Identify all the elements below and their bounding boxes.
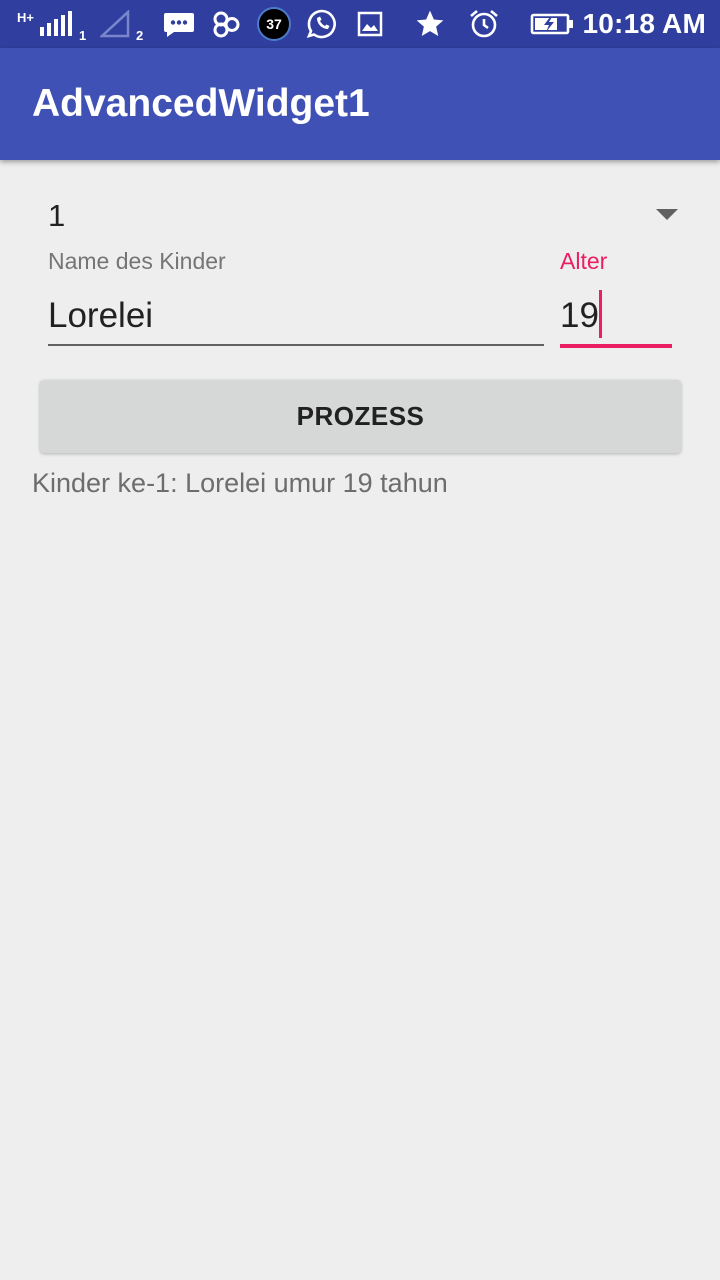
result-text: Kinder ke-1: Lorelei umur 19 tahun xyxy=(32,468,448,498)
name-input-value: Lorelei xyxy=(48,296,154,335)
process-button[interactable]: PROZESS xyxy=(40,380,681,453)
name-input[interactable]: Lorelei xyxy=(48,290,544,346)
gallery-icon xyxy=(355,0,385,48)
sim2-label: 2 xyxy=(136,28,144,43)
dropdown-arrow-icon xyxy=(656,209,678,220)
alarm-icon xyxy=(467,0,501,48)
sim1-label: 1 xyxy=(79,28,87,43)
app-title: AdvancedWidget1 xyxy=(32,82,370,125)
age-field-label: Alter xyxy=(560,248,608,274)
text-cursor xyxy=(599,290,602,338)
signal-sim1-icon xyxy=(36,0,76,48)
notification-count: 37 xyxy=(257,7,291,41)
name-field-label: Name des Kinder xyxy=(48,248,226,274)
status-time: 10:18 AM xyxy=(582,8,706,39)
age-input[interactable]: 19 xyxy=(560,290,672,348)
child-number-spinner[interactable]: 1 xyxy=(32,188,688,244)
messages-icon xyxy=(160,0,198,48)
badge-icon: 37 xyxy=(256,0,292,48)
app-bar: AdvancedWidget1 xyxy=(0,48,720,160)
network-type-label: H+ xyxy=(17,10,34,25)
battery-charging-icon xyxy=(530,0,574,48)
spinner-value: 1 xyxy=(48,198,66,233)
signal-sim2-icon xyxy=(98,0,132,48)
status-bar: H+ 1 2 37 10:18 AM xyxy=(0,0,720,48)
star-icon xyxy=(413,0,447,48)
age-input-value: 19 xyxy=(560,296,599,335)
app-notification-icon xyxy=(210,0,242,48)
whatsapp-icon xyxy=(304,0,340,48)
